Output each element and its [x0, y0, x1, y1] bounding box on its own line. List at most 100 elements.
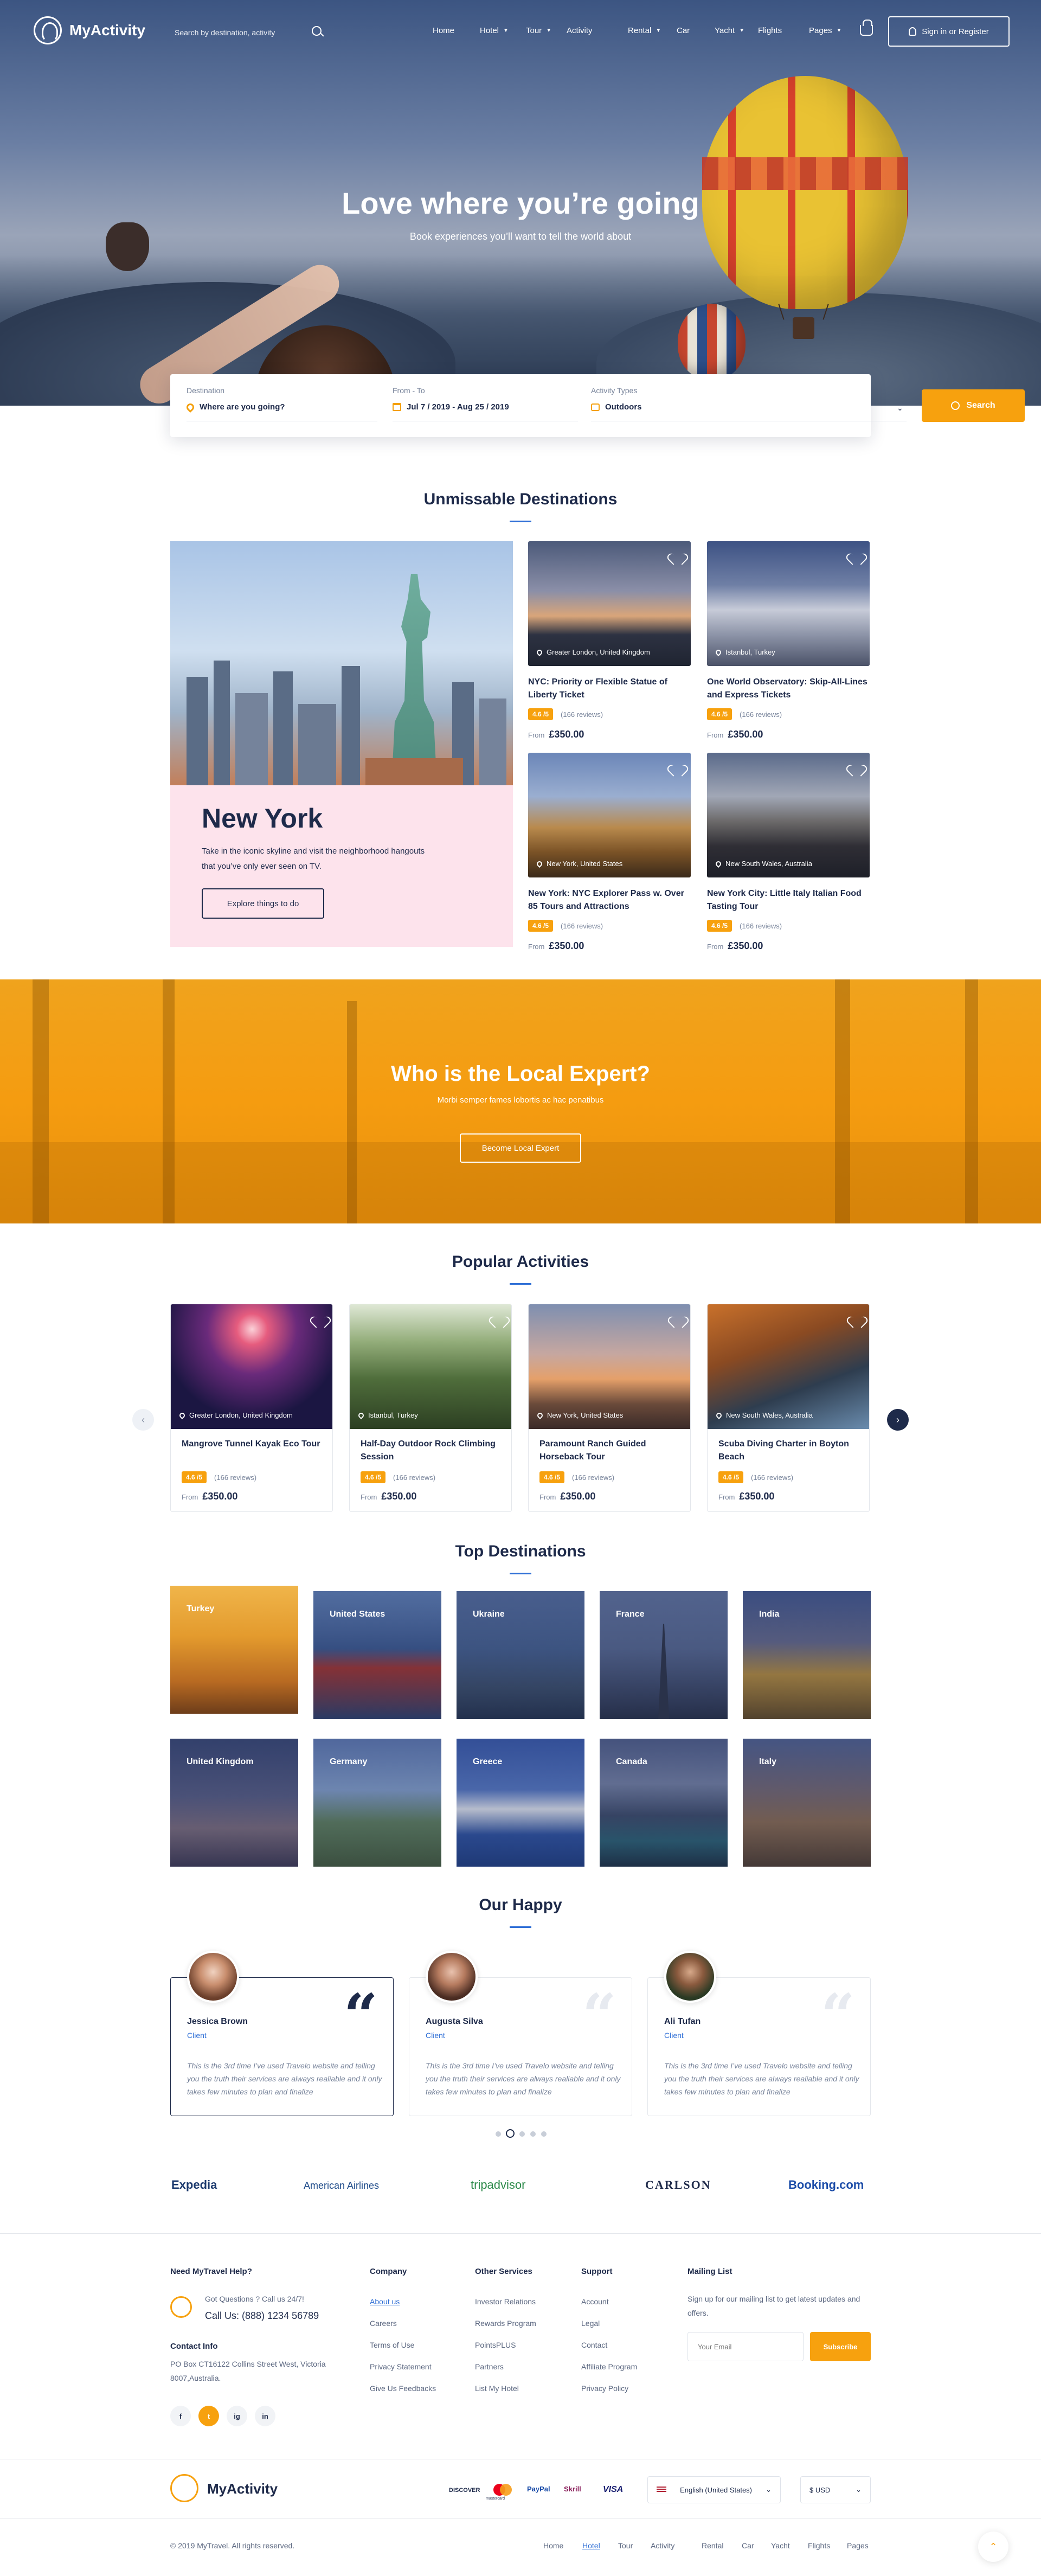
activity-title[interactable]: Mangrove Tunnel Kayak Eco Tour [182, 1438, 323, 1451]
destination-tile-united-kingdom[interactable]: United Kingdom [170, 1739, 298, 1867]
footer-link-contact[interactable]: Contact [581, 2341, 607, 2349]
partner-logo-carlson[interactable]: CARLSON [645, 2178, 711, 2192]
bottom-link-hotel[interactable]: Hotel [582, 2541, 600, 2550]
activity-title[interactable]: Scuba Diving Charter in Boyton Beach [718, 1438, 859, 1464]
tour-card[interactable]: New South Wales, Australia New York City… [707, 753, 870, 959]
footer-link-points[interactable]: PointsPLUS [475, 2341, 516, 2349]
twitter-icon[interactable]: t [198, 2406, 219, 2426]
footer-link-privacy-policy[interactable]: Privacy Policy [581, 2384, 628, 2393]
currency-select[interactable]: $ USD ⌄ [800, 2476, 871, 2503]
activity-type-select[interactable]: Outdoors [591, 402, 642, 412]
destination-tile-united-states[interactable]: United States [313, 1591, 441, 1719]
heart-icon[interactable] [671, 549, 683, 560]
nav-flights[interactable]: Flights [758, 26, 782, 35]
footer-logo-icon[interactable] [170, 2474, 198, 2502]
heart-icon[interactable] [672, 1312, 684, 1323]
facebook-icon[interactable]: f [170, 2406, 191, 2426]
nav-rental[interactable]: Rental ▼ [628, 26, 661, 35]
destination-tile-canada[interactable]: Canada [600, 1739, 728, 1867]
bottom-link-activity[interactable]: Activity [651, 2541, 674, 2550]
bottom-link-pages[interactable]: Pages [847, 2541, 869, 2550]
tour-title[interactable]: New York: NYC Explorer Pass w. Over 85 T… [528, 887, 691, 913]
heart-icon[interactable] [493, 1312, 505, 1323]
bottom-link-tour[interactable]: Tour [618, 2541, 633, 2550]
bottom-link-flights[interactable]: Flights [808, 2541, 830, 2550]
heart-icon[interactable] [314, 1312, 326, 1323]
footer-link-investor[interactable]: Investor Relations [475, 2297, 536, 2306]
footer-link-about[interactable]: About us [370, 2297, 400, 2306]
carousel-prev-button[interactable]: ‹ [132, 1409, 154, 1431]
bottom-link-car[interactable]: Car [742, 2541, 754, 2550]
nav-tour[interactable]: Tour ▼ [526, 26, 551, 35]
bottom-link-rental[interactable]: Rental [702, 2541, 723, 2550]
search-button[interactable]: Search [922, 389, 1025, 422]
carousel-dot[interactable] [530, 2131, 536, 2137]
footer-link-rewards[interactable]: Rewards Program [475, 2319, 536, 2328]
partner-logo-booking[interactable]: Booking.com [788, 2178, 864, 2192]
logo-text[interactable]: MyActivity [69, 22, 145, 39]
signin-button[interactable]: Sign in or Register [888, 16, 1010, 47]
partner-logo-american-airlines[interactable]: American Airlines [304, 2180, 379, 2191]
footer-link-privacy[interactable]: Privacy Statement [370, 2362, 432, 2371]
partner-logo-tripadvisor[interactable]: tripadvisor [471, 2178, 525, 2192]
dates-field[interactable]: Jul 7 / 2019 - Aug 25 / 2019 [393, 402, 509, 412]
activity-card[interactable]: Istanbul, Turkey Half-Day Outdoor Rock C… [349, 1304, 512, 1512]
tour-title[interactable]: NYC: Priority or Flexible Statue of Libe… [528, 676, 691, 702]
nav-car[interactable]: Car [677, 26, 690, 35]
heart-icon[interactable] [850, 549, 862, 560]
footer-link-list-hotel[interactable]: List My Hotel [475, 2384, 519, 2393]
language-select[interactable]: English (United States) ⌄ [647, 2476, 781, 2503]
heart-icon[interactable] [850, 760, 862, 771]
destination-tile-italy[interactable]: Italy [743, 1739, 871, 1867]
destination-tile-india[interactable]: India [743, 1591, 871, 1719]
footer-link-affiliate[interactable]: Affiliate Program [581, 2362, 637, 2371]
activity-title[interactable]: Half-Day Outdoor Rock Climbing Session [361, 1438, 502, 1464]
nav-home[interactable]: Home [433, 26, 454, 35]
bottom-link-yacht[interactable]: Yacht [771, 2541, 790, 2550]
partner-logo-expedia[interactable]: Expedia [171, 2178, 217, 2192]
destination-field[interactable]: Where are you going? [185, 401, 285, 413]
destination-tile-greece[interactable]: Greece [457, 1739, 584, 1867]
activity-card[interactable]: New York, United States Paramount Ranch … [528, 1304, 691, 1512]
become-expert-button[interactable]: Become Local Expert [460, 1133, 581, 1163]
search-input[interactable] [175, 25, 316, 40]
help-phone[interactable]: Call Us: (888) 1234 56789 [205, 2310, 319, 2322]
heart-icon[interactable] [851, 1312, 863, 1323]
bottom-link-home[interactable]: Home [543, 2541, 563, 2550]
tour-title[interactable]: New York City: Little Italy Italian Food… [707, 887, 870, 913]
activity-card[interactable]: New South Wales, Australia Scuba Diving … [707, 1304, 870, 1512]
footer-link-terms[interactable]: Terms of Use [370, 2341, 414, 2349]
destination-tile-france[interactable]: France [600, 1591, 728, 1719]
cart-icon[interactable] [860, 20, 873, 36]
carousel-dot[interactable] [496, 2131, 501, 2137]
subscribe-button[interactable]: Subscribe [810, 2332, 871, 2361]
footer-link-partners[interactable]: Partners [475, 2362, 504, 2371]
featured-destination-card[interactable]: New York Take in the iconic skyline and … [170, 541, 513, 947]
tour-card[interactable]: Istanbul, Turkey One World Observatory: … [707, 541, 870, 747]
carousel-dot[interactable] [541, 2131, 547, 2137]
footer-logo-text[interactable]: MyActivity [207, 2481, 278, 2497]
activity-title[interactable]: Paramount Ranch Guided Horseback Tour [539, 1438, 680, 1464]
linkedin-icon[interactable]: in [255, 2406, 275, 2426]
footer-link-account[interactable]: Account [581, 2297, 609, 2306]
footer-link-feedback[interactable]: Give Us Feedbacks [370, 2384, 436, 2393]
tour-title[interactable]: One World Observatory: Skip-All-Lines an… [707, 676, 870, 702]
footer-link-careers[interactable]: Careers [370, 2319, 397, 2328]
destination-tile-turkey[interactable]: Turkey [170, 1586, 298, 1714]
destination-tile-ukraine[interactable]: Ukraine [457, 1591, 584, 1719]
nav-activity[interactable]: Activity [567, 26, 593, 35]
back-to-top-button[interactable]: ⌃ [978, 2532, 1008, 2562]
nav-pages[interactable]: Pages ▼ [809, 26, 841, 35]
carousel-dot[interactable] [519, 2131, 525, 2137]
tour-card[interactable]: New York, United States New York: NYC Ex… [528, 753, 691, 959]
instagram-icon[interactable]: ig [227, 2406, 247, 2426]
logo-icon[interactable] [34, 16, 62, 44]
explore-button[interactable]: Explore things to do [202, 888, 324, 919]
footer-link-legal[interactable]: Legal [581, 2319, 600, 2328]
nav-yacht[interactable]: Yacht ▼ [715, 26, 744, 35]
tour-card[interactable]: Greater London, United Kingdom NYC: Prio… [528, 541, 691, 747]
carousel-next-button[interactable]: › [887, 1409, 909, 1431]
search-icon[interactable] [312, 26, 322, 36]
heart-icon[interactable] [671, 760, 683, 771]
destination-tile-germany[interactable]: Germany [313, 1739, 441, 1867]
